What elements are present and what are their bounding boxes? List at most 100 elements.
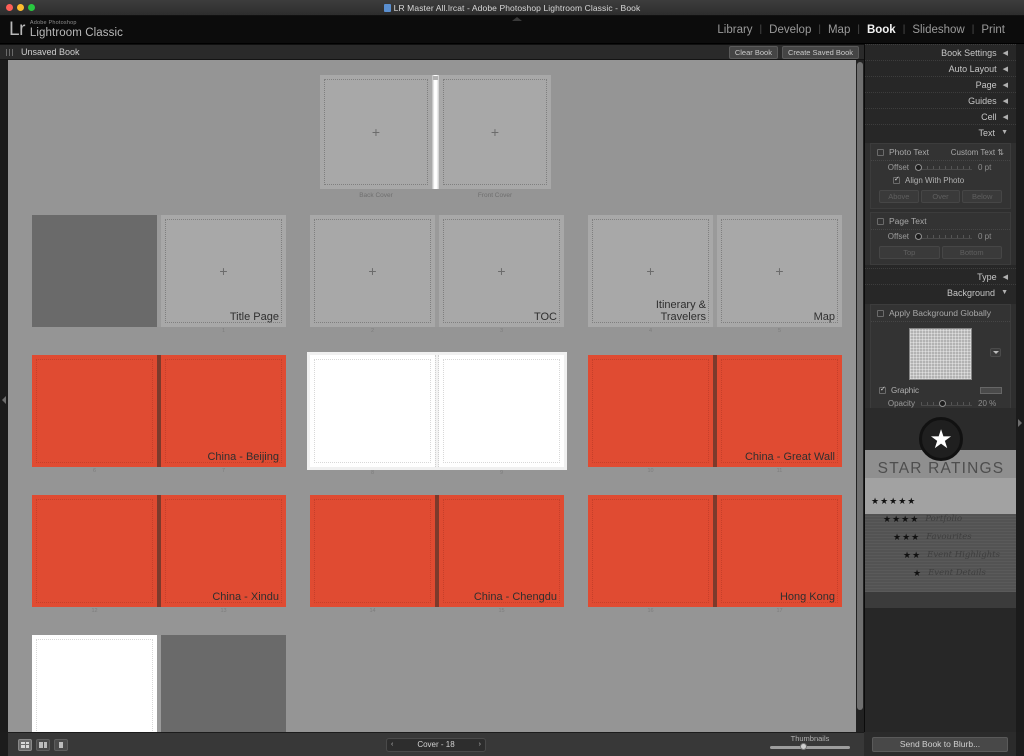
module-slideshow[interactable]: Slideshow (905, 24, 971, 36)
create-saved-book-button[interactable]: Create Saved Book (781, 45, 859, 59)
add-photo-placeholder[interactable]: + (491, 125, 499, 139)
module-develop[interactable]: Develop (762, 24, 818, 36)
cover-spine[interactable] (432, 75, 439, 189)
back-cover-page[interactable]: + (320, 75, 432, 189)
spread-9[interactable]: Hong Kong 16 17 (588, 495, 842, 614)
chevron-down-icon[interactable]: ▼ (1001, 289, 1008, 296)
add-photo-placeholder[interactable]: + (368, 264, 376, 278)
section-book-settings[interactable]: Book Settings ◀ (865, 44, 1016, 60)
page-text-title-row[interactable]: Page Text (871, 213, 1010, 230)
canvas-scrollbar-thumb[interactable] (857, 62, 863, 710)
spread-1[interactable]: + Title Page 1 (32, 215, 286, 334)
page-3[interactable]: + TOC (439, 215, 564, 327)
chevron-left-icon[interactable]: ◀ (1003, 113, 1008, 121)
section-background[interactable]: Background ▼ (865, 284, 1016, 300)
thumbnails-slider-group[interactable]: Thumbnails (762, 734, 858, 750)
collapse-top-panel-icon[interactable] (512, 17, 522, 21)
align-with-photo-row[interactable]: Align With Photo (871, 174, 1010, 187)
background-dropdown-button[interactable] (990, 348, 1001, 357)
page-6[interactable] (32, 355, 157, 467)
module-library[interactable]: Library (710, 24, 759, 36)
spread-8[interactable]: China - Chengdu 14 15 (310, 495, 564, 614)
section-page[interactable]: Page ◀ (865, 76, 1016, 92)
module-map[interactable]: Map (821, 24, 857, 36)
section-text[interactable]: Text ▼ (865, 124, 1016, 140)
align-with-photo-checkbox[interactable] (893, 175, 900, 184)
page-1[interactable]: + Title Page (161, 215, 286, 327)
chevron-left-icon[interactable]: ◀ (1003, 97, 1008, 105)
background-preview-area[interactable] (871, 322, 1010, 384)
photo-text-offset-slider[interactable] (915, 163, 972, 171)
page-17[interactable]: Hong Kong (717, 495, 842, 607)
photo-text-title-row[interactable]: Photo Text Custom Text ⇅ (871, 144, 1010, 161)
graphic-color-swatch[interactable] (980, 387, 1002, 394)
chevron-left-icon[interactable]: ◀ (1003, 273, 1008, 281)
add-photo-placeholder[interactable]: + (219, 264, 227, 278)
module-print[interactable]: Print (974, 24, 1012, 36)
thumbnails-slider[interactable] (770, 743, 850, 750)
book-canvas[interactable]: + + Back Cover Front Cover + Title Page … (8, 60, 856, 732)
graphic-checkbox[interactable] (879, 385, 886, 394)
slider-knob[interactable] (915, 232, 922, 240)
slider-knob[interactable] (939, 399, 946, 407)
spread-6[interactable]: China - Great Wall 10 11 (588, 355, 842, 474)
page-13[interactable]: China - Xindu (161, 495, 286, 607)
module-book[interactable]: Book (860, 24, 903, 36)
multi-page-view-button[interactable] (18, 738, 32, 751)
section-guides[interactable]: Guides ◀ (865, 92, 1016, 108)
page-9[interactable] (439, 355, 564, 467)
page-text-offset-row[interactable]: Offset 0 pt (871, 230, 1010, 243)
view-mode-buttons[interactable] (18, 738, 68, 751)
page-18[interactable] (32, 635, 157, 732)
add-photo-placeholder[interactable]: + (372, 125, 380, 139)
spread-7[interactable]: China - Xindu 12 13 (32, 495, 286, 614)
left-panel-toggle[interactable] (0, 60, 8, 732)
slider-knob[interactable] (915, 163, 922, 171)
photo-text-below-button[interactable]: Below (962, 190, 1003, 203)
star-ratings-graphic[interactable]: ★ STAR RATINGS ★★★★★ ★★★★ Portfolio ★★★ … (865, 408, 1017, 608)
page-10[interactable] (588, 355, 713, 467)
spread-2[interactable]: + + TOC 2 3 (310, 215, 564, 334)
clear-book-button[interactable]: Clear Book (728, 45, 778, 59)
spread-4[interactable]: China - Beijing 6 7 (32, 355, 286, 474)
add-photo-placeholder[interactable]: + (497, 264, 505, 278)
page-text-checkbox[interactable] (877, 217, 884, 225)
previous-page-button[interactable]: ‹ (391, 741, 393, 748)
single-page-view-button[interactable] (54, 738, 68, 751)
photo-text-above-button[interactable]: Above (879, 190, 919, 203)
photo-text-over-button[interactable]: Over (920, 190, 961, 203)
cover-spread[interactable]: + + Back Cover Front Cover (320, 75, 551, 199)
page-4[interactable]: + Itinerary & Travelers (588, 215, 713, 327)
page-14[interactable] (310, 495, 435, 607)
photo-text-source-dropdown[interactable]: Custom Text ⇅ (951, 148, 1004, 157)
page-2[interactable]: + (310, 215, 435, 327)
opacity-slider[interactable] (921, 399, 972, 407)
next-page-button[interactable]: › (479, 741, 481, 748)
slider-knob[interactable] (800, 743, 807, 750)
apply-background-globally-checkbox[interactable] (877, 309, 884, 317)
send-book-to-blurb-button[interactable]: Send Book to Blurb... (872, 736, 1008, 752)
chevron-left-icon[interactable]: ◀ (1003, 65, 1008, 73)
chevron-left-icon[interactable]: ◀ (1003, 49, 1008, 57)
photo-text-offset-row[interactable]: Offset 0 pt (871, 161, 1010, 174)
graphic-row[interactable]: Graphic (871, 384, 1010, 397)
page-navigator[interactable]: ‹ Cover - 18 › (386, 737, 486, 752)
spread-5-selected[interactable]: 8 9 (307, 352, 567, 476)
page-text-bottom-button[interactable]: Bottom (941, 246, 1002, 259)
spread-10[interactable] (32, 635, 286, 732)
section-type[interactable]: Type ◀ (865, 268, 1016, 284)
module-picker[interactable]: Library | Develop | Map | Book | Slidesh… (710, 24, 1012, 36)
apply-globally-row[interactable]: Apply Background Globally (871, 305, 1010, 322)
page-11[interactable]: China - Great Wall (717, 355, 842, 467)
page-7[interactable]: China - Beijing (161, 355, 286, 467)
page-text-position-buttons[interactable]: Top Bottom (871, 243, 1010, 264)
front-cover-page[interactable]: + (439, 75, 551, 189)
page-15[interactable]: China - Chengdu (439, 495, 564, 607)
chevron-down-icon[interactable]: ▼ (1001, 129, 1008, 136)
page-16[interactable] (588, 495, 713, 607)
add-photo-placeholder[interactable]: + (646, 264, 654, 278)
section-cell[interactable]: Cell ◀ (865, 108, 1016, 124)
background-graphic-preview[interactable] (909, 328, 972, 380)
chevron-left-icon[interactable]: ◀ (1003, 81, 1008, 89)
page-12[interactable] (32, 495, 157, 607)
